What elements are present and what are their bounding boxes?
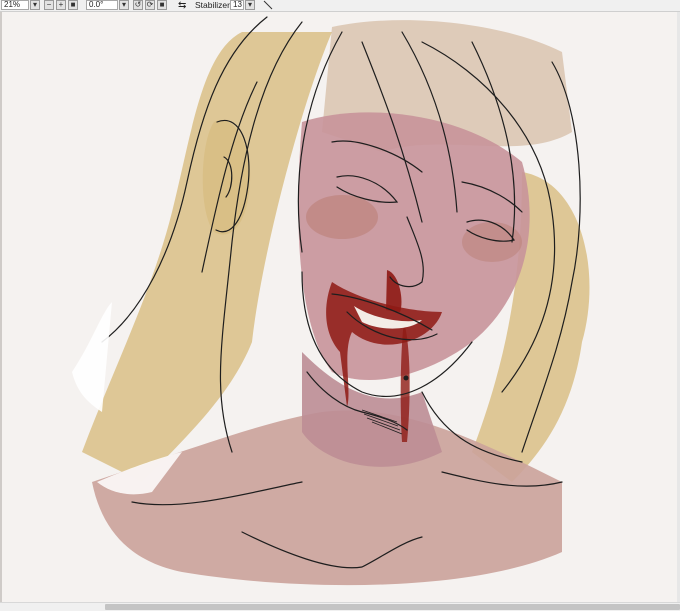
zoom-in-button[interactable]: + bbox=[56, 0, 66, 10]
rotate-reset-button[interactable]: ⟳ bbox=[145, 0, 155, 10]
hair-left-mass bbox=[82, 32, 332, 482]
toolbar: 21% ▾ − + ■ 0.0° ▾ ↺ ⟳ ■ ⇆ Stabilizer 13… bbox=[0, 0, 680, 12]
square-icon: ■ bbox=[159, 0, 165, 9]
artwork bbox=[72, 16, 590, 586]
plus-icon: + bbox=[58, 0, 64, 9]
stabilizer-dropdown-button[interactable]: ▾ bbox=[245, 0, 255, 10]
zoom-fit-button[interactable]: ■ bbox=[68, 0, 78, 10]
zoom-out-button[interactable]: − bbox=[44, 0, 54, 10]
rotation-field[interactable]: 0.0° bbox=[86, 0, 118, 10]
rotate-reset-icon: ⟳ bbox=[146, 0, 154, 9]
pen-stroke-icon[interactable] bbox=[262, 0, 274, 10]
rotate-left-icon: ↺ bbox=[134, 0, 142, 9]
blush-right bbox=[462, 222, 522, 262]
zoom-field[interactable]: 21% bbox=[1, 0, 29, 10]
stabilizer-label: Stabilizer bbox=[195, 0, 230, 10]
minus-icon: − bbox=[46, 0, 52, 9]
chevron-down-icon: ▾ bbox=[247, 0, 252, 9]
zoom-dropdown-button[interactable]: ▾ bbox=[30, 0, 40, 10]
drawing-canvas[interactable] bbox=[0, 12, 680, 602]
rotation-dropdown-button[interactable]: ▾ bbox=[119, 0, 129, 10]
rotate-left-button[interactable]: ↺ bbox=[133, 0, 143, 10]
stabilizer-field[interactable]: 13 bbox=[230, 0, 244, 10]
chevron-down-icon: ▾ bbox=[121, 0, 126, 9]
beauty-mark bbox=[403, 375, 409, 381]
rotate-right-button[interactable]: ■ bbox=[157, 0, 167, 10]
square-icon: ■ bbox=[70, 0, 76, 9]
horizontal-scrollbar-thumb[interactable] bbox=[105, 604, 680, 610]
chevron-down-icon: ▾ bbox=[32, 0, 37, 9]
flip-horizontal-icon[interactable]: ⇆ bbox=[178, 0, 190, 11]
blush-left bbox=[306, 195, 378, 239]
